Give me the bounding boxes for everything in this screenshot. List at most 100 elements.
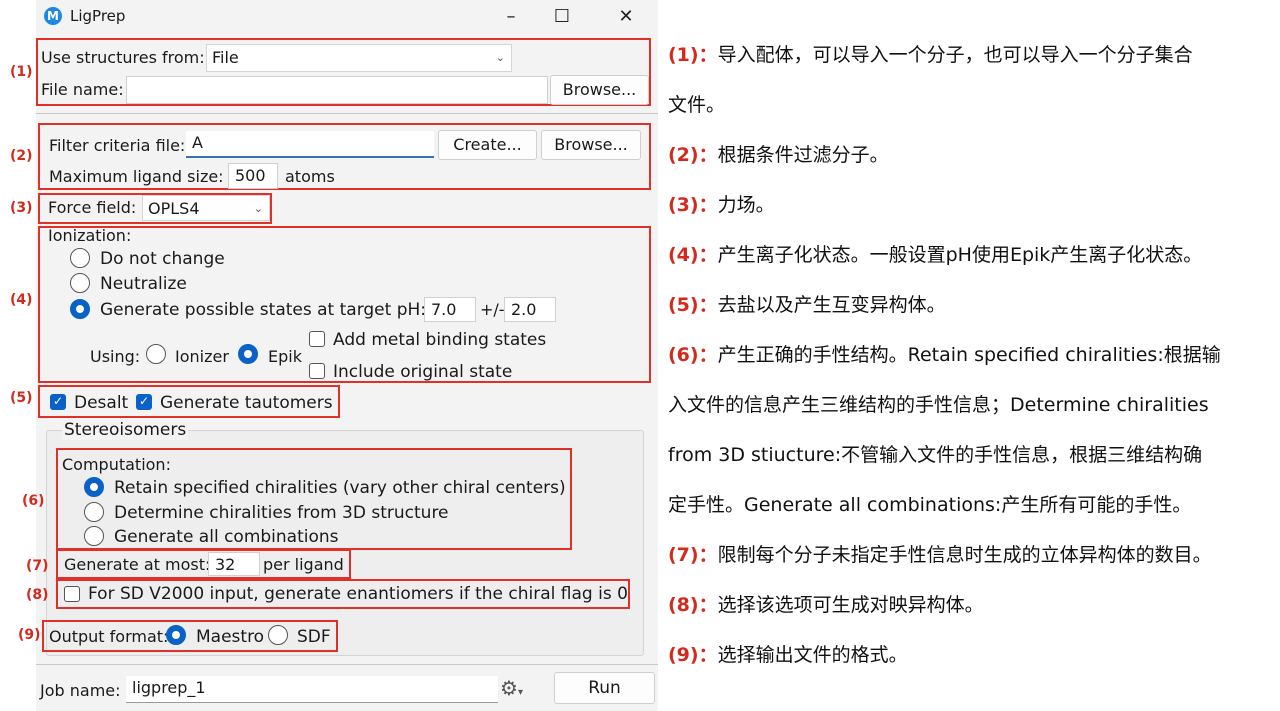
retain-chiralities-label: Retain specified chiralities (vary other… [114,478,566,498]
generate-at-most-input[interactable]: 32 [208,552,260,576]
marker-1: (1) [10,64,33,80]
note-text: 入文件的信息产生三维结构的手性信息；Determine chiralities [668,394,1209,416]
checkbox-metal-binding[interactable] [309,331,325,347]
force-field-value: OPLS4 [148,199,200,218]
radio-maestro[interactable] [166,625,186,645]
note-line: (9)：选择输出文件的格式。 [668,630,1276,680]
filter-create-button[interactable]: Create... [438,130,537,160]
maestro-app-icon: M [44,7,62,25]
radio-do-not-change[interactable] [70,248,90,268]
source-select[interactable]: File ⌄ [206,44,512,72]
radio-epik[interactable] [238,344,258,364]
note-text: from 3D stiucture:不管输入文件的手性信息，根据三维结构确 [668,444,1203,466]
source-select-value: File [212,48,239,67]
note-text: 导入配体，可以导入一个分子，也可以导入一个分子集合 [717,44,1193,66]
desalt-label: Desalt [74,393,129,413]
chevron-down-icon: ⌄ [495,51,505,64]
checkbox-tautomers[interactable]: ✓ [136,394,152,410]
file-name-input[interactable] [126,76,548,104]
note-number: (9)： [668,644,718,666]
marker-3: (3) [10,200,33,216]
divider [36,664,658,665]
marker-9: (9) [18,627,41,643]
gear-icon[interactable]: ⚙▾ [500,676,534,700]
filter-criteria-input[interactable]: A [186,131,434,158]
radio-generate-states[interactable] [70,299,90,319]
filter-criteria-label: Filter criteria file: [49,136,186,155]
note-text: 根据条件过滤分子。 [717,144,889,166]
checkbox-desalt[interactable]: ✓ [50,394,66,410]
marker-7: (7) [26,558,49,574]
using-label: Using: [90,347,141,366]
note-text: 去盐以及产生互变异构体。 [717,294,946,316]
note-number: (1)： [668,44,718,66]
run-button[interactable]: Run [554,672,655,704]
target-ph-input[interactable]: 7.0 [424,297,476,322]
marker-4: (4) [10,292,33,308]
radio-determine-chiralities[interactable] [84,502,104,522]
note-number: (7)： [668,544,718,566]
source-browse-button[interactable]: Browse... [550,75,649,105]
output-format-label: Output format: [49,627,169,646]
ionization-title: Ionization: [48,226,132,245]
radio-retain-chiralities[interactable] [84,477,104,497]
title-bar: M LigPrep – ☐ ✕ [36,0,658,34]
force-field-label: Force field: [48,198,137,217]
radio-neutralize[interactable] [70,273,90,293]
note-number: (8)： [668,594,718,616]
atoms-unit-label: atoms [285,167,335,186]
epik-label: Epik [268,347,302,366]
note-line: (7)：限制每个分子未指定手性信息时生成的立体异构体的数目。 [668,530,1276,580]
maximize-icon[interactable]: ☐ [547,2,577,32]
note-text: 文件。 [668,94,726,116]
note-line: (4)：产生离子化状态。一般设置pH使用Epik产生离子化状态。 [668,230,1276,280]
note-number: (2)： [668,144,718,166]
note-text: 选择该选项可生成对映异构体。 [717,594,984,616]
maestro-label: Maestro [196,627,265,647]
use-structures-label: Use structures from: [41,48,205,67]
file-name-label: File name: [41,80,124,99]
do-not-change-label: Do not change [100,249,225,269]
note-text: 选择输出文件的格式。 [717,644,908,666]
note-number: (6)： [668,344,718,366]
stereoisomers-title: Stereoisomers [62,420,189,440]
divider [36,113,658,114]
note-text: 定手性。Generate all combinations:产生所有可能的手性。 [668,494,1192,516]
ph-range-input[interactable]: 2.0 [504,297,556,322]
radio-sdf[interactable] [268,625,288,645]
radio-all-combinations[interactable] [84,526,104,546]
close-icon[interactable]: ✕ [611,2,641,32]
radio-ionizer[interactable] [146,344,166,364]
note-line: 定手性。Generate all combinations:产生所有可能的手性。 [668,480,1276,530]
checkbox-sd-enantiomers[interactable] [64,586,80,602]
note-line: (3)：力场。 [668,180,1276,230]
marker-5: (5) [10,390,33,406]
determine-chiralities-label: Determine chiralities from 3D structure [114,503,449,523]
per-ligand-label: per ligand [263,555,344,574]
generate-states-label: Generate possible states at target pH: [100,300,427,320]
neutralize-label: Neutralize [100,274,187,294]
ionizer-label: Ionizer [175,347,229,366]
note-line: (5)：去盐以及产生互变异构体。 [668,280,1276,330]
filter-browse-button[interactable]: Browse... [541,130,641,160]
max-ligand-size-input[interactable]: 500 [228,163,278,189]
max-ligand-size-label: Maximum ligand size: [49,167,224,186]
job-name-input[interactable]: ligprep_1 [126,676,498,703]
note-line: (6)：产生正确的手性结构。Retain specified chiraliti… [668,330,1276,380]
metal-binding-label: Add metal binding states [333,330,547,350]
note-line: (8)：选择该选项可生成对映异构体。 [668,580,1276,630]
checkbox-original-state[interactable] [309,363,325,379]
computation-label: Computation: [62,455,171,474]
note-text: 产生离子化状态。一般设置pH使用Epik产生离子化状态。 [717,244,1203,266]
window-title: LigPrep [70,7,126,25]
note-text: 限制每个分子未指定手性信息时生成的立体异构体的数目。 [717,544,1212,566]
chevron-down-icon: ⌄ [253,202,263,215]
note-number: (3)： [668,194,718,216]
plus-minus-label: +/- [480,300,505,319]
annotation-notes: (1)：导入配体，可以导入一个分子，也可以导入一个分子集合 文件。 (2)：根据… [668,30,1276,680]
force-field-select[interactable]: OPLS4 ⌄ [142,195,270,221]
minimize-icon[interactable]: – [496,2,526,32]
tautomers-label: Generate tautomers [160,393,333,413]
note-line: from 3D stiucture:不管输入文件的手性信息，根据三维结构确 [668,430,1276,480]
job-name-label: Job name: [40,681,121,700]
